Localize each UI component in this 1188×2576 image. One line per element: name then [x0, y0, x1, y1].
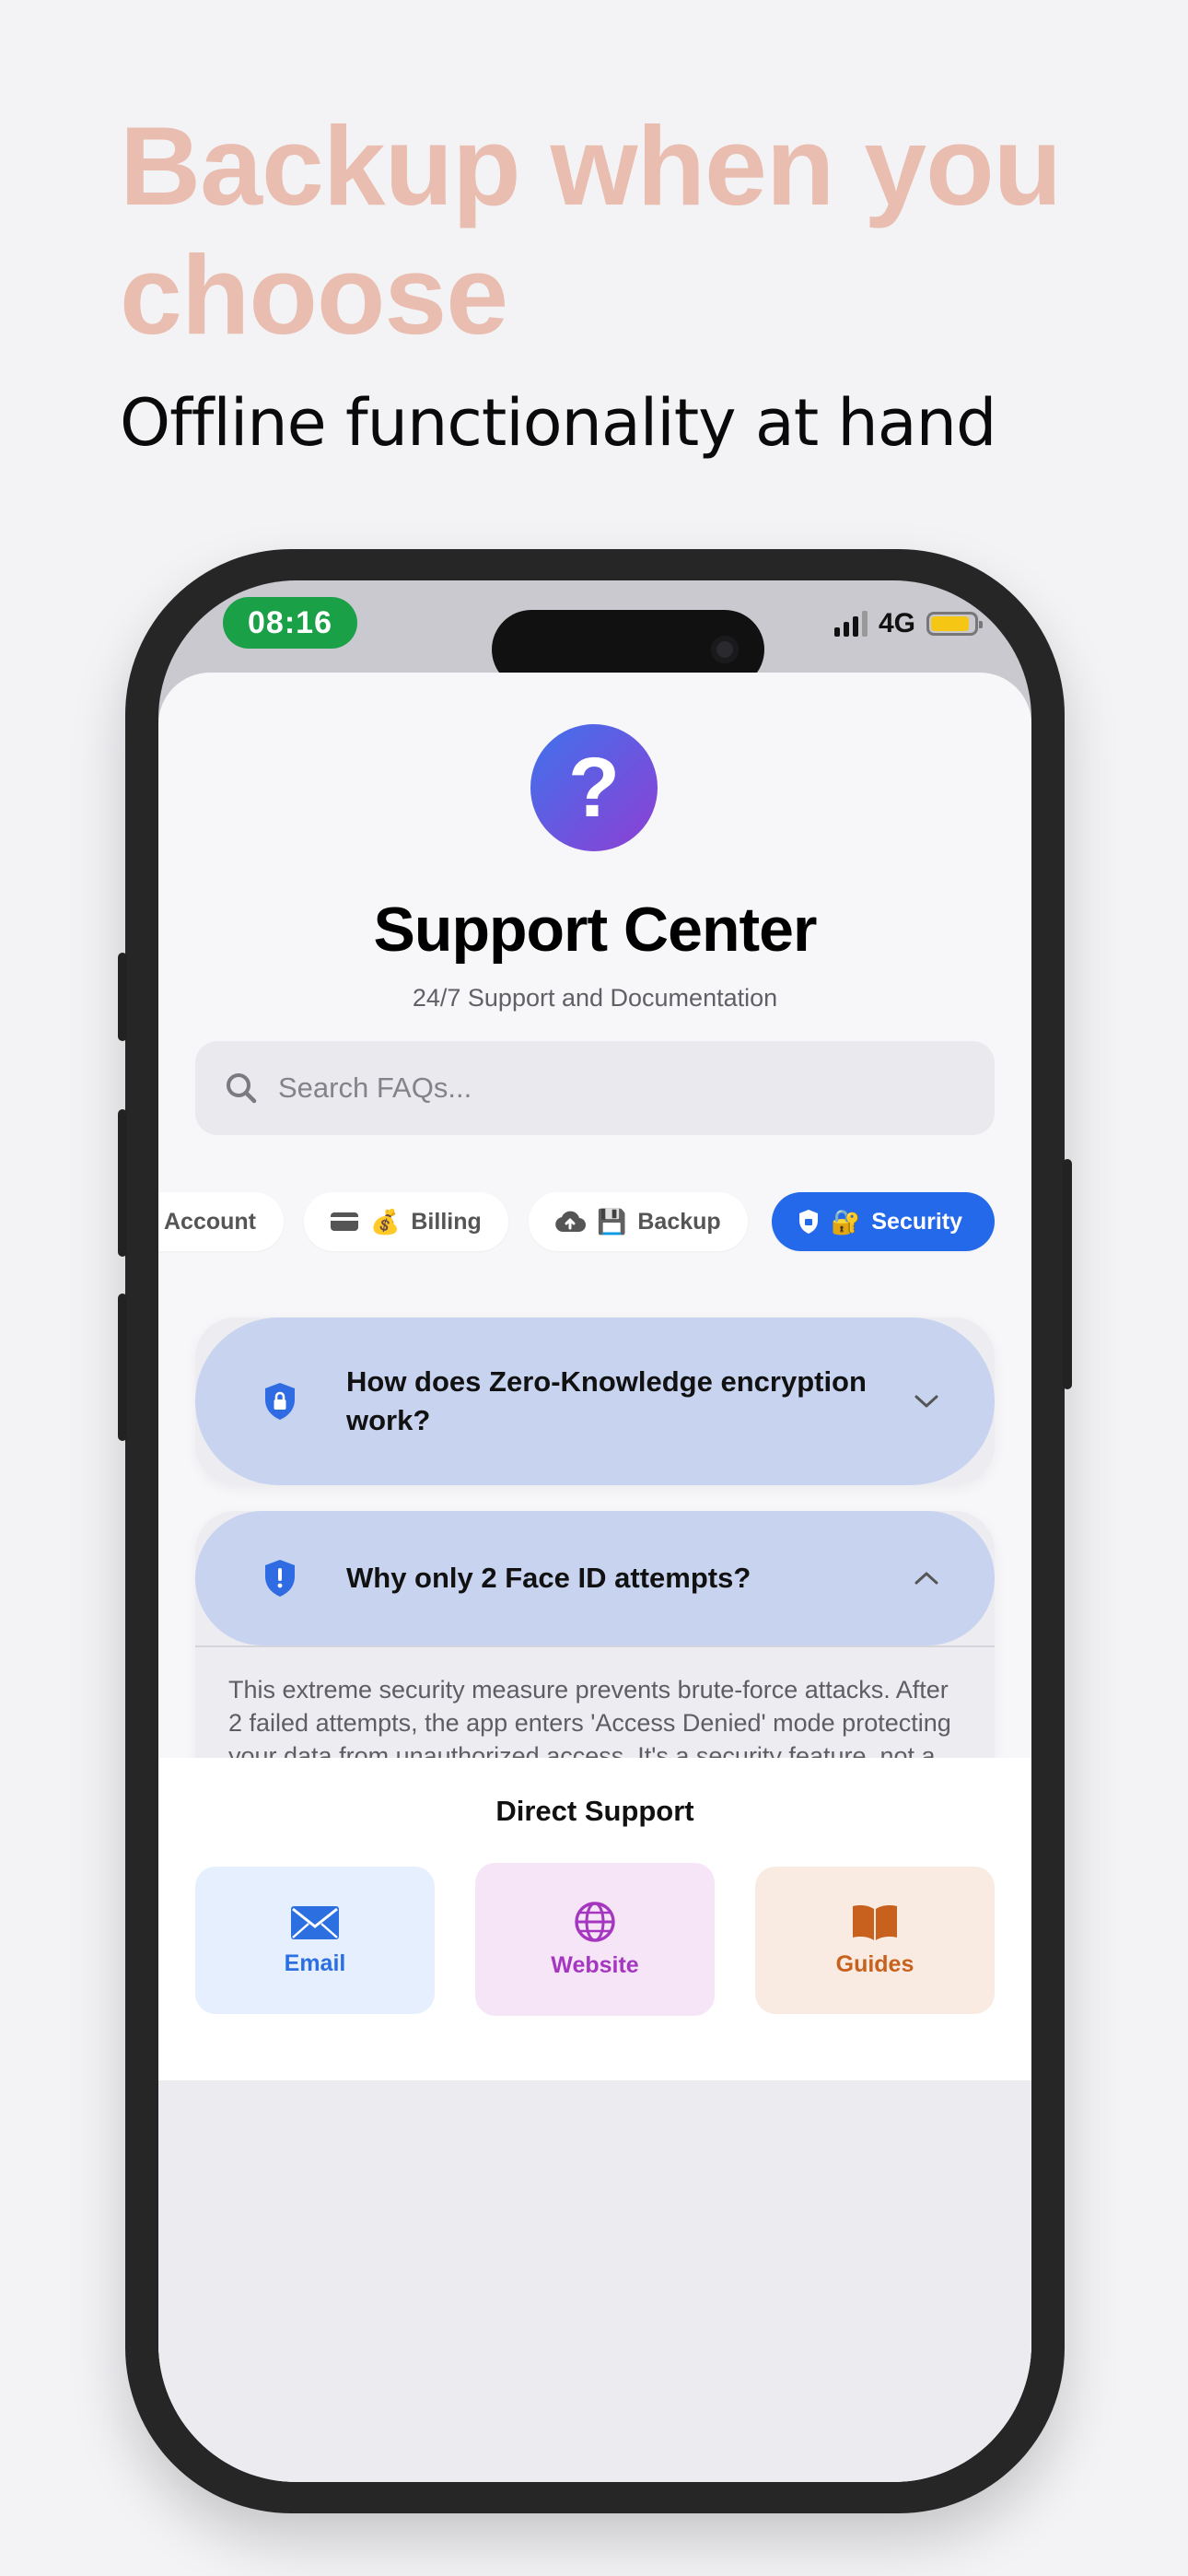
status-indicators: 4G	[833, 608, 983, 639]
book-icon	[853, 1904, 897, 1940]
chevron-down-icon[interactable]	[914, 1393, 939, 1410]
direct-support-title: Direct Support	[495, 1795, 694, 1827]
power-button	[1063, 1159, 1072, 1389]
cloud-upload-icon	[555, 1211, 586, 1233]
tab-backup[interactable]: 💾 Backup	[529, 1192, 748, 1251]
battery-level	[931, 616, 970, 631]
website-button[interactable]: Website	[475, 1863, 715, 2016]
tab-label: Backup	[637, 1208, 721, 1235]
moneybag-icon: 💰	[370, 1207, 401, 1235]
email-button[interactable]: Email	[195, 1867, 435, 2014]
envelope-icon	[291, 1905, 339, 1939]
globe-icon	[575, 1901, 615, 1942]
bottom-area	[158, 2080, 1031, 2482]
credit-card-icon	[331, 1212, 358, 1231]
search-input[interactable]	[276, 1071, 980, 1106]
tab-label: Billing	[411, 1208, 482, 1235]
phone-screen: 08:16 4G ? Support Center 24/7 Support a…	[158, 580, 1031, 2482]
promo-headline: Backup when you choose	[120, 103, 1062, 357]
volume-down-button	[118, 1294, 127, 1441]
chevron-up-icon[interactable]	[914, 1570, 939, 1587]
faq-question: How does Zero-Knowledge encryption work?	[346, 1365, 867, 1436]
page-subtitle: 24/7 Support and Documentation	[412, 984, 778, 1012]
support-sheet: ? Support Center 24/7 Support and Docume…	[158, 673, 1031, 2482]
help-question-icon: ?	[530, 724, 658, 851]
shield-lock-icon	[265, 1383, 295, 1420]
volume-up-button	[118, 1109, 127, 1257]
tab-billing[interactable]: 💰 Billing	[304, 1192, 508, 1251]
search-bar[interactable]	[195, 1041, 995, 1135]
network-type: 4G	[878, 608, 915, 638]
direct-support-panel: Direct Support Email Website Guides	[158, 1758, 1031, 2080]
tab-account[interactable]: Account	[158, 1192, 284, 1251]
tab-label: Account	[164, 1208, 256, 1235]
battery-icon	[926, 612, 983, 636]
tab-label: Security	[871, 1208, 963, 1235]
faq-item[interactable]: How does Zero-Knowledge encryption work?	[195, 1317, 995, 1485]
faq-question: Why only 2 Face ID attempts?	[346, 1562, 751, 1594]
category-tabs: Account 💰 Billing 💾 Backup 🔐 Security	[158, 1192, 1031, 1251]
faq-header[interactable]: Why only 2 Face ID attempts?	[195, 1511, 995, 1645]
shield-alert-icon	[265, 1560, 295, 1597]
website-label: Website	[551, 1951, 639, 1978]
guides-label: Guides	[835, 1950, 914, 1977]
floppy-disk-icon: 💾	[597, 1207, 627, 1235]
search-icon	[227, 1073, 257, 1104]
shield-icon	[799, 1210, 818, 1234]
phone-frame: 08:16 4G ? Support Center 24/7 Support a…	[118, 549, 1072, 2513]
mute-switch	[118, 953, 127, 1041]
promo-subheadline: Offline functionality at hand	[120, 385, 996, 461]
tab-security[interactable]: 🔐 Security	[772, 1192, 995, 1251]
camera-icon	[711, 636, 739, 663]
signal-icon	[833, 611, 868, 637]
guides-button[interactable]: Guides	[755, 1867, 995, 2014]
locked-key-icon: 🔐	[831, 1207, 861, 1235]
status-time: 08:16	[223, 597, 357, 649]
faq-header[interactable]: How does Zero-Knowledge encryption work?	[195, 1317, 995, 1485]
page-title: Support Center	[373, 895, 818, 965]
email-label: Email	[284, 1950, 346, 1976]
